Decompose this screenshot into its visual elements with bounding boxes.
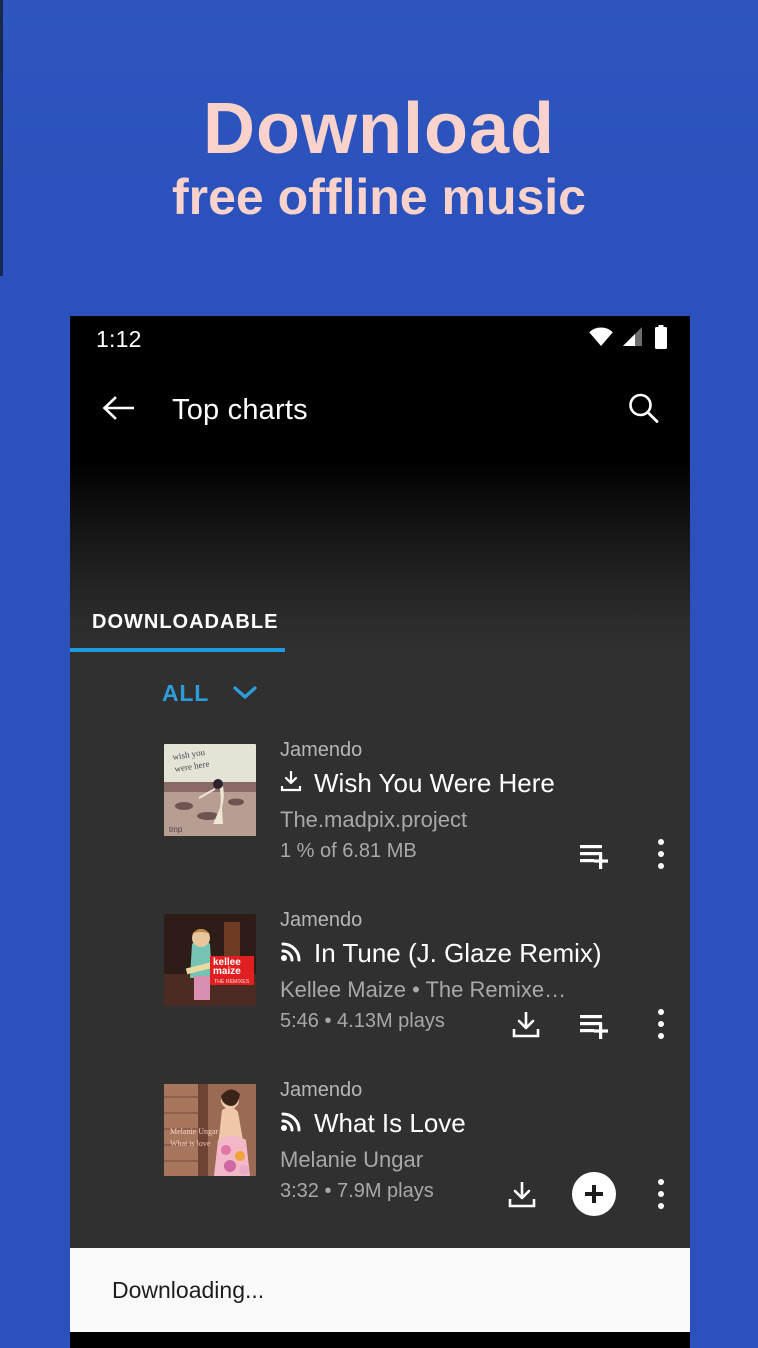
svg-text:What is love: What is love — [170, 1139, 211, 1148]
track-provider-3: Jamendo — [280, 1079, 363, 1101]
track-row-1[interactable]: wish you were here tmp Jamendo Wish You … — [70, 734, 690, 904]
album-artwork-2: kellee maize THE REMIXES — [164, 914, 256, 1006]
track-row-2[interactable]: kellee maize THE REMIXES Jamendo In Tune… — [70, 904, 690, 1074]
album-artwork-1: wish you were here tmp — [164, 744, 256, 836]
download-done-icon — [280, 769, 302, 798]
track-title-1: Wish You Were Here — [314, 768, 555, 798]
status-bar-icons — [588, 324, 668, 354]
track-provider-2: Jamendo — [280, 909, 363, 931]
chevron-down-icon[interactable] — [231, 684, 259, 702]
promo-headline: Download — [203, 88, 555, 169]
nav-recents-button[interactable] — [552, 1343, 622, 1348]
kebab-dot — [658, 851, 664, 857]
overflow-menu-icon[interactable] — [646, 1172, 676, 1216]
track-artist-2: Kellee Maize • The Remixe… — [280, 976, 567, 1002]
kebab-dot — [658, 1033, 664, 1039]
nav-home-button[interactable] — [345, 1343, 415, 1348]
kebab-dot — [658, 1191, 664, 1197]
track-actions-1 — [576, 832, 676, 876]
download-icon[interactable] — [506, 1004, 546, 1044]
promo-left-edge — [0, 0, 3, 276]
promo-banner: Download free offline music — [0, 0, 758, 316]
track-actions-2 — [506, 1002, 676, 1046]
back-button[interactable] — [96, 387, 142, 433]
track-actions-3 — [502, 1172, 676, 1216]
svg-text:THE REMIXES: THE REMIXES — [214, 979, 250, 985]
track-artist-3: Melanie Ungar — [280, 1146, 424, 1172]
add-to-queue-icon[interactable] — [576, 834, 616, 874]
promo-subheadline: free offline music — [172, 168, 586, 225]
cellular-signal-icon — [622, 326, 646, 352]
kebab-dot — [658, 1021, 664, 1027]
svg-text:tmp: tmp — [169, 825, 183, 834]
download-icon[interactable] — [502, 1174, 542, 1214]
add-to-queue-icon[interactable] — [576, 1004, 616, 1044]
svg-text:Melanie Ungar: Melanie Ungar — [170, 1127, 219, 1136]
page-title: Top charts — [172, 393, 308, 426]
track-row-3[interactable]: Melanie Ungar What is love Jamendo What … — [70, 1074, 690, 1244]
app-bar: Top charts — [70, 362, 690, 458]
tab-downloadable[interactable]: DOWNLOADABLE — [70, 611, 285, 652]
track-title-2: In Tune (J. Glaze Remix) — [314, 938, 602, 968]
android-nav-bar — [70, 1332, 690, 1348]
overflow-menu-icon[interactable] — [646, 832, 676, 876]
tab-downloadable-label: DOWNLOADABLE — [92, 611, 279, 633]
tab-bar: DOWNLOADABLE — [70, 556, 690, 652]
search-button[interactable] — [620, 387, 666, 433]
nav-back-button[interactable] — [138, 1343, 208, 1348]
track-title-3: What Is Love — [314, 1108, 466, 1138]
svg-text:maize: maize — [213, 966, 241, 977]
overflow-menu-icon[interactable] — [646, 1002, 676, 1046]
add-fab-icon[interactable] — [572, 1172, 616, 1216]
kebab-dot — [658, 1203, 664, 1209]
kebab-dot — [658, 839, 664, 845]
battery-icon — [654, 324, 668, 354]
album-artwork-3: Melanie Ungar What is love — [164, 1084, 256, 1176]
track-list: ALL wish you were here tmp Jamendo Wish … — [70, 652, 690, 1248]
status-bar-clock: 1:12 — [96, 325, 142, 352]
phone-screenshot: 1:12 Top charts DOWNLOADABLE ALL wish yo… — [70, 316, 690, 1348]
search-icon — [626, 391, 660, 430]
track-provider-1: Jamendo — [280, 739, 363, 761]
status-bar: 1:12 — [70, 316, 690, 362]
snackbar-message: Downloading... — [112, 1276, 265, 1303]
kebab-dot — [658, 1009, 664, 1015]
kebab-dot — [658, 1179, 664, 1185]
stream-icon — [280, 1109, 302, 1138]
downloading-snackbar: Downloading... — [70, 1248, 690, 1332]
filter-row: ALL — [70, 652, 690, 734]
back-arrow-icon — [102, 394, 136, 427]
wifi-icon — [588, 326, 614, 352]
stream-icon — [280, 939, 302, 968]
app-bar-region: Top charts DOWNLOADABLE — [70, 362, 690, 652]
filter-dropdown[interactable]: ALL — [162, 680, 209, 707]
track-artist-1: The.madpix.project — [280, 806, 468, 832]
kebab-dot — [658, 863, 664, 869]
